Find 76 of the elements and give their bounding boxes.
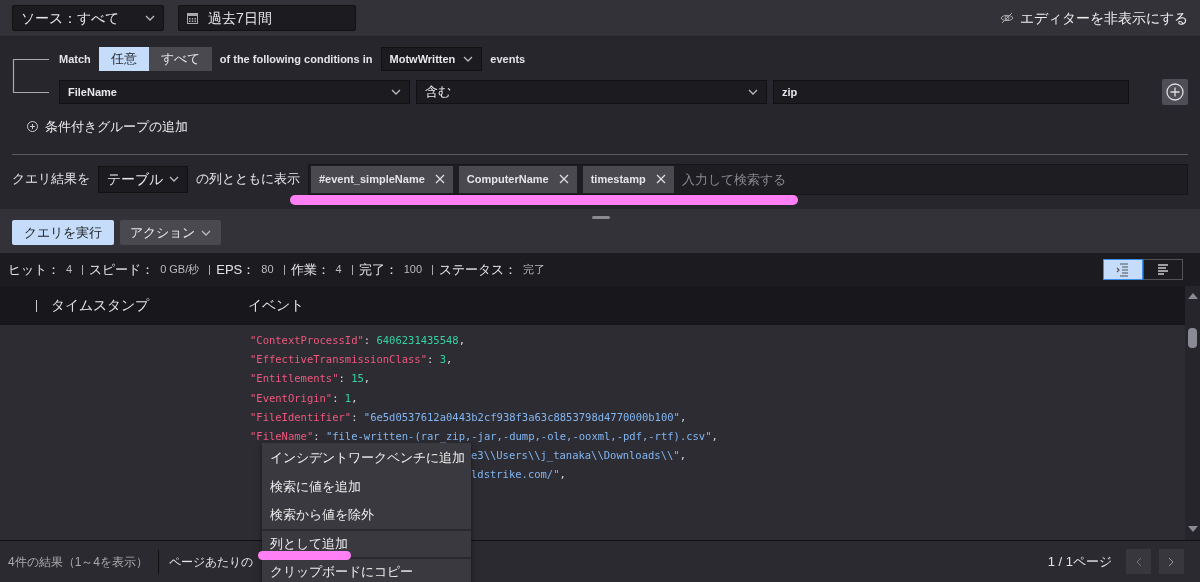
stat-label: 作業： xyxy=(290,260,330,279)
code-line: "Entitlements": 15, xyxy=(250,371,371,387)
stat-value: 0 GB/秒 xyxy=(160,262,200,278)
actions-button[interactable]: アクション xyxy=(120,220,221,245)
stat-label: 完了： xyxy=(358,260,398,279)
close-icon[interactable] xyxy=(558,174,569,184)
value-field[interactable]: zip xyxy=(773,80,1129,104)
column-tag: #event_simpleName xyxy=(311,165,453,193)
results-count: 4件の結果（1～4を表示） xyxy=(8,553,149,571)
menu-item[interactable]: 検索に値を追加 xyxy=(262,471,471,501)
column-tag-field[interactable]: #event_simpleName ComputerName timestamp 入力して検索する xyxy=(308,163,1188,195)
column-header[interactable]: タイムスタンプ xyxy=(51,295,248,316)
stat-value: 100 xyxy=(403,262,422,278)
close-icon[interactable] xyxy=(434,174,445,184)
field-dropdown[interactable]: FileName xyxy=(59,80,410,104)
indent-list-icon xyxy=(1116,262,1130,277)
column-tag: ComputerName xyxy=(458,165,577,193)
add-group-link[interactable]: 条件付きグループの追加 xyxy=(27,117,188,137)
resize-handle[interactable] xyxy=(592,216,610,219)
chevron-down-icon xyxy=(145,15,155,21)
page-indicator: 1 / 1ページ xyxy=(1047,552,1112,571)
stat-value: 4 xyxy=(66,262,73,278)
menu-item[interactable]: 検索から値を除外 xyxy=(262,500,471,529)
code-line: "FileIdentifier": "6e5d0537612a0443b2cf938f3a63c8853798d4770000b100", xyxy=(250,409,687,425)
columns-label: の列とともに表示 xyxy=(196,170,300,189)
column-tag: timestamp xyxy=(582,165,674,193)
scroll-down-icon[interactable] xyxy=(1187,526,1198,532)
eye-slash-icon xyxy=(999,12,1014,24)
match-label: Match xyxy=(59,51,91,67)
view-mode-button[interactable] xyxy=(1143,259,1183,280)
event-type-dropdown[interactable]: MotwWritten xyxy=(380,47,483,71)
stat-label: EPS： xyxy=(216,260,256,279)
code-line: "ContextProcessId": 6406231435548, xyxy=(250,333,465,348)
per-page-label: ページあたりの xyxy=(169,553,254,571)
chevron-down-icon xyxy=(169,176,179,182)
plus-icon xyxy=(1166,83,1184,101)
operator-dropdown[interactable]: 含む xyxy=(416,80,767,104)
stat-value: 完了 xyxy=(523,262,545,278)
column-search-field[interactable]: 入力して検索する xyxy=(679,165,1185,193)
column-header[interactable]: イベント xyxy=(248,295,304,316)
plus-circle-icon xyxy=(27,121,38,133)
add-condition-button[interactable] xyxy=(1162,79,1188,105)
scroll-up-icon[interactable] xyxy=(1187,293,1198,299)
close-icon[interactable] xyxy=(655,174,666,184)
align-left-icon xyxy=(1156,262,1170,277)
view-dropdown[interactable]: テーブル xyxy=(98,165,188,193)
date-range-field[interactable]: 過去7日間 xyxy=(178,5,356,31)
code-line: ldstrike.com/", xyxy=(471,467,566,483)
events-label: events xyxy=(490,51,526,67)
chevron-left-icon xyxy=(1135,556,1142,567)
stat-label: ヒット： xyxy=(8,260,60,279)
code-line: "EventOrigin": 1, xyxy=(250,390,358,406)
chevron-down-icon xyxy=(391,89,401,95)
scrollbar-thumb[interactable] xyxy=(1188,328,1197,348)
scrollbar[interactable] xyxy=(1185,286,1200,540)
stat-value: 4 xyxy=(335,262,342,278)
run-query-button[interactable]: クエリを実行 xyxy=(12,220,114,245)
chevron-right-icon xyxy=(1168,556,1175,567)
match-toggle[interactable]: 任意 xyxy=(98,47,149,71)
code-line: "FileName": "file-written-(rar_zip,-jar,-dump,-ole,-ooxml,-pdf,-rtf).csv", xyxy=(250,428,718,444)
menu-item[interactable]: インシデントワークベンチに追加 xyxy=(262,443,471,472)
code-line: e3\\Users\\j_tanaka\\Downloads\\", xyxy=(471,448,686,464)
chevron-down-icon xyxy=(748,89,758,95)
match-text: of the following conditions in xyxy=(219,51,373,67)
hide-editor-link[interactable]: エディターを非表示にする xyxy=(999,7,1188,29)
stat-label: ステータス： xyxy=(439,260,517,279)
chevron-down-icon xyxy=(201,229,211,236)
stat-label: スピード： xyxy=(89,260,155,279)
condition-tree-connector xyxy=(12,58,50,94)
calendar-icon xyxy=(187,12,198,24)
results-label: クエリ結果を xyxy=(12,170,90,189)
match-toggle[interactable]: すべて xyxy=(148,47,212,71)
chevron-down-icon xyxy=(463,56,474,62)
source-dropdown[interactable]: ソース：すべて xyxy=(12,5,164,31)
code-line: "EffectiveTransmissionClass": 3, xyxy=(250,352,453,368)
stat-value: 80 xyxy=(261,262,274,278)
